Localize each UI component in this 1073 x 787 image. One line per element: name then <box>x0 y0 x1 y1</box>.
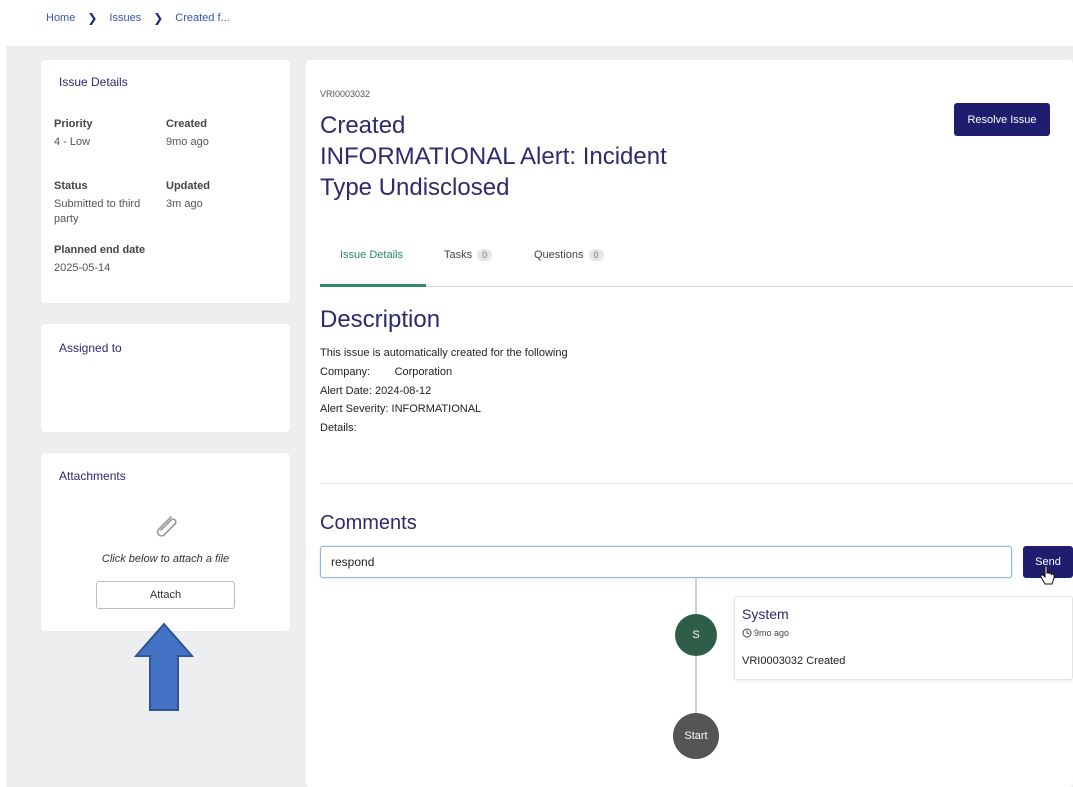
issue-id: VRI0003032 <box>320 89 371 99</box>
tab-tasks[interactable]: Tasks 0 <box>444 232 493 278</box>
arrow-up-icon <box>134 622 194 711</box>
comment-input[interactable] <box>320 546 1012 578</box>
issue-title-line: INFORMATIONAL Alert: Incident <box>320 143 667 170</box>
status-label: Status <box>54 180 88 192</box>
breadcrumb-issues[interactable]: Issues <box>109 12 141 24</box>
breadcrumb-home[interactable]: Home <box>46 12 75 24</box>
tab-label: Issue Details <box>340 249 403 261</box>
updated-label: Updated <box>166 180 210 192</box>
assigned-to-title: Assigned to <box>59 341 122 355</box>
assigned-to-card: Assigned to <box>41 324 290 432</box>
section-divider <box>320 483 1073 484</box>
issue-title: Created INFORMATIONAL Alert: Incident Ty… <box>320 110 740 203</box>
tab-count-badge: 0 <box>588 249 604 261</box>
priority-value: 4 - Low <box>54 136 91 148</box>
attach-hint: Click below to attach a file <box>101 553 230 565</box>
issue-details-title: Issue Details <box>59 75 128 89</box>
planned-end-label: Planned end date <box>54 244 146 256</box>
paperclip-icon <box>156 516 177 537</box>
created-label: Created <box>166 118 207 130</box>
description-line: Alert Severity: INFORMATIONAL <box>320 403 482 415</box>
planned-end-value: 2025-05-14 <box>54 262 111 274</box>
clock-icon <box>742 628 752 638</box>
avatar: S <box>675 614 717 656</box>
attachments-title: Attachments <box>59 469 126 483</box>
tab-count-badge: 0 <box>477 249 493 261</box>
description-line: Company: Corporation <box>320 366 453 378</box>
attach-button[interactable]: Attach <box>96 581 235 609</box>
tab-label: Questions <box>534 249 584 261</box>
tab-label: Tasks <box>444 249 473 261</box>
breadcrumb: Home ❯ Issues ❯ Created f... <box>46 10 230 26</box>
description-line: This issue is automatically created for … <box>320 347 568 359</box>
resolve-issue-button[interactable]: Resolve Issue <box>954 103 1050 136</box>
priority-label: Priority <box>54 118 93 130</box>
description-title: Description <box>320 306 441 333</box>
issue-title-line: Type Undisclosed <box>320 174 510 201</box>
chevron-right-icon: ❯ <box>153 11 164 25</box>
issue-title-line: Created <box>320 112 406 139</box>
description-line: Alert Date: 2024-08-12 <box>320 385 432 397</box>
tab-issue-details[interactable]: Issue Details <box>340 232 403 278</box>
comment-text: VRI0003032 Created <box>742 655 846 667</box>
comment-timestamp: 9mo ago <box>742 628 789 638</box>
comment-time-text: 9mo ago <box>754 628 790 638</box>
tabs-divider <box>320 286 1073 287</box>
issue-details-card: Issue Details Priority 4 - Low Created 9… <box>41 60 290 303</box>
comment-author: System <box>742 606 789 622</box>
updated-value: 3m ago <box>166 198 203 210</box>
comments-title: Comments <box>320 512 417 534</box>
description-line: Details: <box>320 422 357 434</box>
active-tab-indicator <box>320 284 426 287</box>
status-value: Submitted to third party <box>54 198 141 225</box>
chevron-right-icon: ❯ <box>87 11 98 25</box>
tab-questions[interactable]: Questions 0 <box>534 232 604 278</box>
timeline-start-node: Start <box>673 713 719 759</box>
created-value: 9mo ago <box>166 136 209 148</box>
hand-cursor-icon <box>1040 566 1055 585</box>
breadcrumb-current: Created f... <box>175 12 230 24</box>
